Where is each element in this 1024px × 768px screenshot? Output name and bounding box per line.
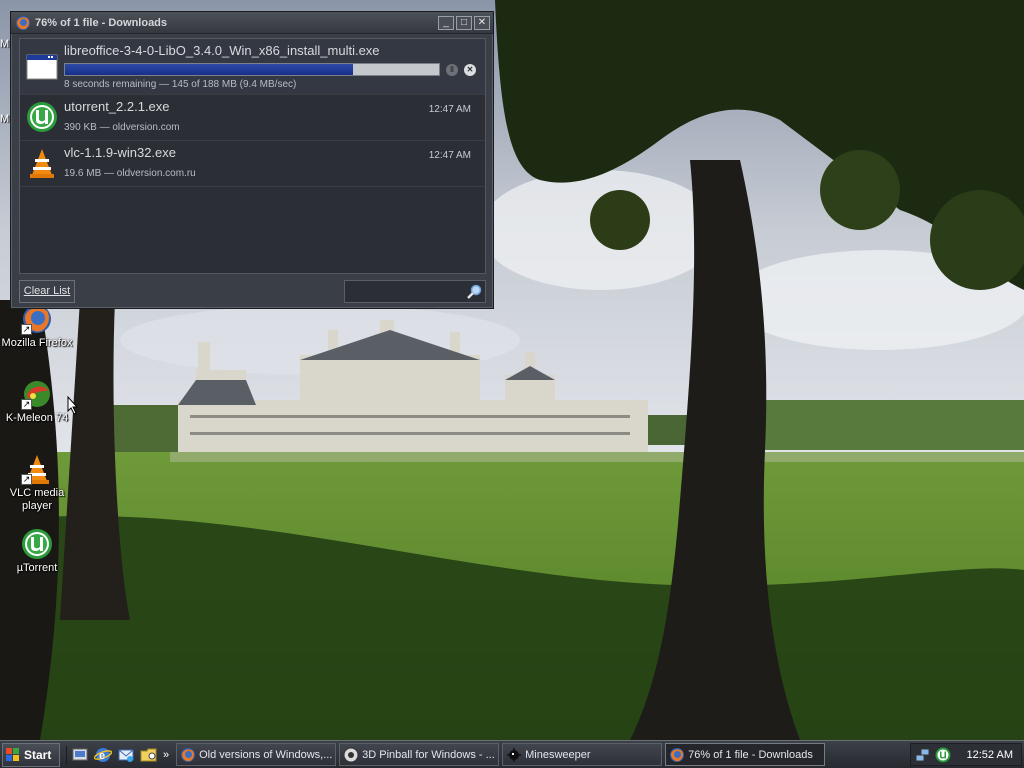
- cancel-icon[interactable]: ✕: [464, 64, 476, 76]
- network-icon[interactable]: [915, 747, 931, 763]
- utorrent-tray-icon[interactable]: [935, 747, 951, 763]
- task-label: Old versions of Windows,...: [199, 748, 333, 761]
- clock[interactable]: 12:52 AM: [967, 749, 1013, 761]
- download-progress-bar: [64, 63, 440, 76]
- quick-launch-more-icon[interactable]: »: [163, 749, 169, 761]
- search-input[interactable]: [345, 281, 463, 302]
- download-filename: vlc-1.1.9-win32.exe: [64, 145, 176, 160]
- search-field[interactable]: [344, 280, 486, 303]
- windows-logo-icon: [6, 747, 19, 761]
- download-status: 19.6 MB — oldversion.com.ru: [64, 168, 196, 179]
- system-tray: 12:52 AM: [910, 743, 1022, 766]
- desktop-icon-kmeleon[interactable]: ↗ K-Meleon 74: [0, 378, 74, 425]
- clear-list-button[interactable]: Clear List: [19, 280, 75, 303]
- desktop-icon-vlc[interactable]: ↗ VLC media player: [0, 453, 74, 513]
- window-titlebar[interactable]: 76% of 1 file - Downloads _ □ ✕: [11, 12, 493, 34]
- start-button[interactable]: Start: [2, 742, 60, 767]
- desktop-icon-label: K-Meleon 74: [5, 412, 69, 424]
- shortcut-arrow-icon: ↗: [21, 399, 32, 410]
- internet-explorer-icon[interactable]: e: [94, 746, 112, 764]
- download-item[interactable]: utorrent_2.2.1.exe 12:47 AM 390 KB — old…: [20, 95, 485, 141]
- download-filename: libreoffice-3-4-0-LibO_3.4.0_Win_x86_ins…: [64, 43, 380, 58]
- clear-list-label: Clear List: [23, 285, 71, 297]
- pause-icon[interactable]: ‖: [446, 64, 458, 76]
- utorrent-icon: [27, 102, 57, 132]
- outlook-express-icon[interactable]: [117, 746, 135, 764]
- download-progress-fill: [65, 64, 353, 75]
- vlc-icon: [30, 149, 54, 178]
- kmeleon-icon: ↗: [21, 378, 53, 410]
- start-label: Start: [24, 747, 52, 762]
- downloads-footer: Clear List: [19, 280, 486, 304]
- desktop-icon-label: Mozilla Firefox: [1, 337, 73, 349]
- download-item[interactable]: vlc-1.1.9-win32.exe 12:47 AM 19.6 MB — o…: [20, 141, 485, 187]
- firefox-icon: [670, 747, 685, 762]
- taskbar-task-active[interactable]: 76% of 1 file - Downloads: [665, 743, 826, 766]
- search-icon[interactable]: [466, 284, 482, 300]
- taskbar-task[interactable]: Old versions of Windows,...: [176, 743, 337, 766]
- download-filename: utorrent_2.2.1.exe: [64, 99, 170, 114]
- desktop-icon-label: VLC media: [9, 487, 65, 499]
- download-status: 8 seconds remaining — 145 of 188 MB (9.4…: [64, 79, 297, 90]
- shortcut-arrow-icon: ↗: [21, 474, 32, 485]
- maximize-button[interactable]: □: [456, 15, 472, 30]
- task-label: 3D Pinball for Windows - ...: [362, 748, 495, 761]
- downloads-list[interactable]: libreoffice-3-4-0-LibO_3.4.0_Win_x86_ins…: [19, 38, 486, 274]
- download-status: 390 KB — oldversion.com: [64, 122, 180, 133]
- desktop-icon-utorrent[interactable]: µTorrent: [0, 528, 74, 575]
- taskbar-task[interactable]: Minesweeper: [502, 743, 663, 766]
- minesweeper-icon: [507, 747, 522, 762]
- downloads-window[interactable]: 76% of 1 file - Downloads _ □ ✕ libreoff…: [10, 11, 494, 309]
- firefox-icon: [16, 15, 30, 30]
- pinball-icon: [343, 747, 359, 762]
- shortcut-arrow-icon: ↗: [21, 324, 32, 335]
- task-label: 76% of 1 file - Downloads: [688, 748, 813, 761]
- desktop-icon-label: µTorrent: [16, 562, 58, 574]
- taskbar: Start e » Old versions of Windows,... 3D…: [0, 740, 1024, 768]
- show-desktop-icon[interactable]: [71, 746, 89, 764]
- utorrent-icon: [21, 528, 53, 560]
- vlc-icon: ↗: [21, 453, 53, 485]
- desktop-icon-firefox[interactable]: ↗ Mozilla Firefox: [0, 303, 74, 350]
- svg-text:e: e: [99, 750, 105, 762]
- desktop-icon-label-partial: M: [0, 113, 10, 125]
- exe-file-icon: [26, 54, 58, 80]
- desktop-icon-label-partial: M: [0, 38, 10, 50]
- download-time: 12:47 AM: [428, 104, 471, 115]
- task-label: Minesweeper: [525, 748, 591, 761]
- download-item-active[interactable]: libreoffice-3-4-0-LibO_3.4.0_Win_x86_ins…: [20, 39, 485, 95]
- quick-launch: e »: [66, 745, 173, 764]
- close-button[interactable]: ✕: [474, 15, 490, 30]
- mouse-cursor-icon: [67, 396, 79, 415]
- desktop-icon-label: player: [22, 500, 52, 512]
- download-time: 12:47 AM: [428, 150, 471, 161]
- minimize-button[interactable]: _: [438, 15, 454, 30]
- window-title: 76% of 1 file - Downloads: [35, 16, 168, 29]
- taskbar-task[interactable]: 3D Pinball for Windows - ...: [339, 743, 500, 766]
- windows-explorer-icon[interactable]: [140, 746, 158, 764]
- firefox-icon: [181, 747, 196, 762]
